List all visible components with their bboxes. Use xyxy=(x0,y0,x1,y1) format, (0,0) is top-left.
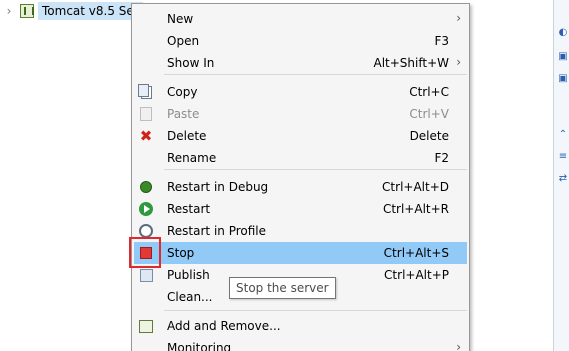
stop-highlight-annotation xyxy=(129,237,161,268)
menu-item-rename[interactable]: Rename F2 xyxy=(134,147,467,169)
menu-item-shortcut: F2 xyxy=(434,151,449,165)
submenu-arrow-icon: › xyxy=(456,55,461,69)
menu-item-label: Show In xyxy=(167,56,215,70)
menu-item-new[interactable]: New › xyxy=(134,8,467,30)
menu-item-delete[interactable]: ✖ Delete Delete xyxy=(134,125,467,147)
menu-item-label: Delete xyxy=(167,129,207,143)
menu-item-label: Clean... xyxy=(167,290,213,304)
menu-item-label: Add and Remove... xyxy=(167,319,281,333)
play-icon xyxy=(138,201,154,217)
menu-item-shortcut: Ctrl+V xyxy=(409,107,449,121)
menu-item-label: Paste xyxy=(167,107,200,121)
publish-icon xyxy=(138,267,154,283)
menu-separator xyxy=(164,74,467,75)
menu-item-copy[interactable]: Copy Ctrl+C xyxy=(134,81,467,103)
list-icon[interactable]: ≡ xyxy=(556,150,569,164)
menu-item-shortcut: Ctrl+C xyxy=(409,85,449,99)
link-icon[interactable]: ⇄ xyxy=(556,172,569,186)
add-remove-icon xyxy=(138,318,154,334)
menu-item-label: Copy xyxy=(167,85,198,99)
menu-separator xyxy=(164,169,467,170)
menu-item-open[interactable]: Open F3 xyxy=(134,30,467,52)
panel-toolbar-icon[interactable]: ◐ xyxy=(556,26,569,40)
package-icon[interactable]: ▣ xyxy=(556,72,569,86)
menu-item-shortcut: Ctrl+Alt+R xyxy=(382,202,449,216)
debug-icon xyxy=(138,179,154,195)
tooltip: Stop the server xyxy=(229,277,336,299)
menu-item-monitoring[interactable]: Monitoring › xyxy=(134,337,467,351)
menu-item-label: Monitoring xyxy=(167,341,232,351)
server-icon xyxy=(20,4,34,18)
menu-item-restart-in-profile[interactable]: Restart in Profile xyxy=(134,220,467,242)
menu-item-shortcut: Delete xyxy=(409,129,449,143)
right-side-panel: ◐ ▣ ▣ ⌃ ≡ ⇄ xyxy=(553,0,569,351)
server-label[interactable]: Tomcat v8.5 Ser xyxy=(38,2,143,20)
collapse-icon[interactable]: ⌃ xyxy=(556,128,569,142)
menu-item-label: Open xyxy=(167,34,200,48)
menu-item-stop[interactable]: Stop Ctrl+Alt+S xyxy=(134,242,467,264)
menu-item-shortcut: Alt+Shift+W xyxy=(373,56,450,70)
copy-icon xyxy=(137,83,154,100)
stage: › Tomcat v8.5 Ser ◐ ▣ ▣ ⌃ ≡ ⇄ New › Open F3… xyxy=(0,0,569,351)
submenu-arrow-icon: › xyxy=(456,11,461,25)
menu-item-show-in[interactable]: Show In Alt+Shift+W › xyxy=(134,52,467,74)
package-icon[interactable]: ▣ xyxy=(556,50,569,64)
menu-item-label: Restart in Debug xyxy=(167,180,269,194)
menu-item-label: Publish xyxy=(167,268,210,282)
menu-item-paste: Paste Ctrl+V xyxy=(134,103,467,125)
menu-item-shortcut: Ctrl+Alt+S xyxy=(383,246,449,260)
menu-item-shortcut: Ctrl+Alt+D xyxy=(382,180,449,194)
menu-item-label: New xyxy=(167,12,194,26)
paste-icon xyxy=(138,106,154,122)
menu-item-label: Rename xyxy=(167,151,217,165)
menu-item-restart[interactable]: Restart Ctrl+Alt+R xyxy=(134,198,467,220)
delete-icon: ✖ xyxy=(139,127,153,145)
menu-separator xyxy=(164,310,467,311)
menu-item-label: Restart xyxy=(167,202,211,216)
menu-item-shortcut: F3 xyxy=(434,34,449,48)
submenu-arrow-icon: › xyxy=(456,340,461,351)
menu-item-add-and-remove[interactable]: Add and Remove... xyxy=(134,315,467,337)
menu-item-restart-in-debug[interactable]: Restart in Debug Ctrl+Alt+D xyxy=(134,176,467,198)
expand-chevron-icon[interactable]: › xyxy=(0,4,18,18)
menu-item-label: Restart in Profile xyxy=(167,224,267,238)
menu-item-shortcut: Ctrl+Alt+P xyxy=(384,268,449,282)
menu-item-label: Stop xyxy=(167,246,195,260)
